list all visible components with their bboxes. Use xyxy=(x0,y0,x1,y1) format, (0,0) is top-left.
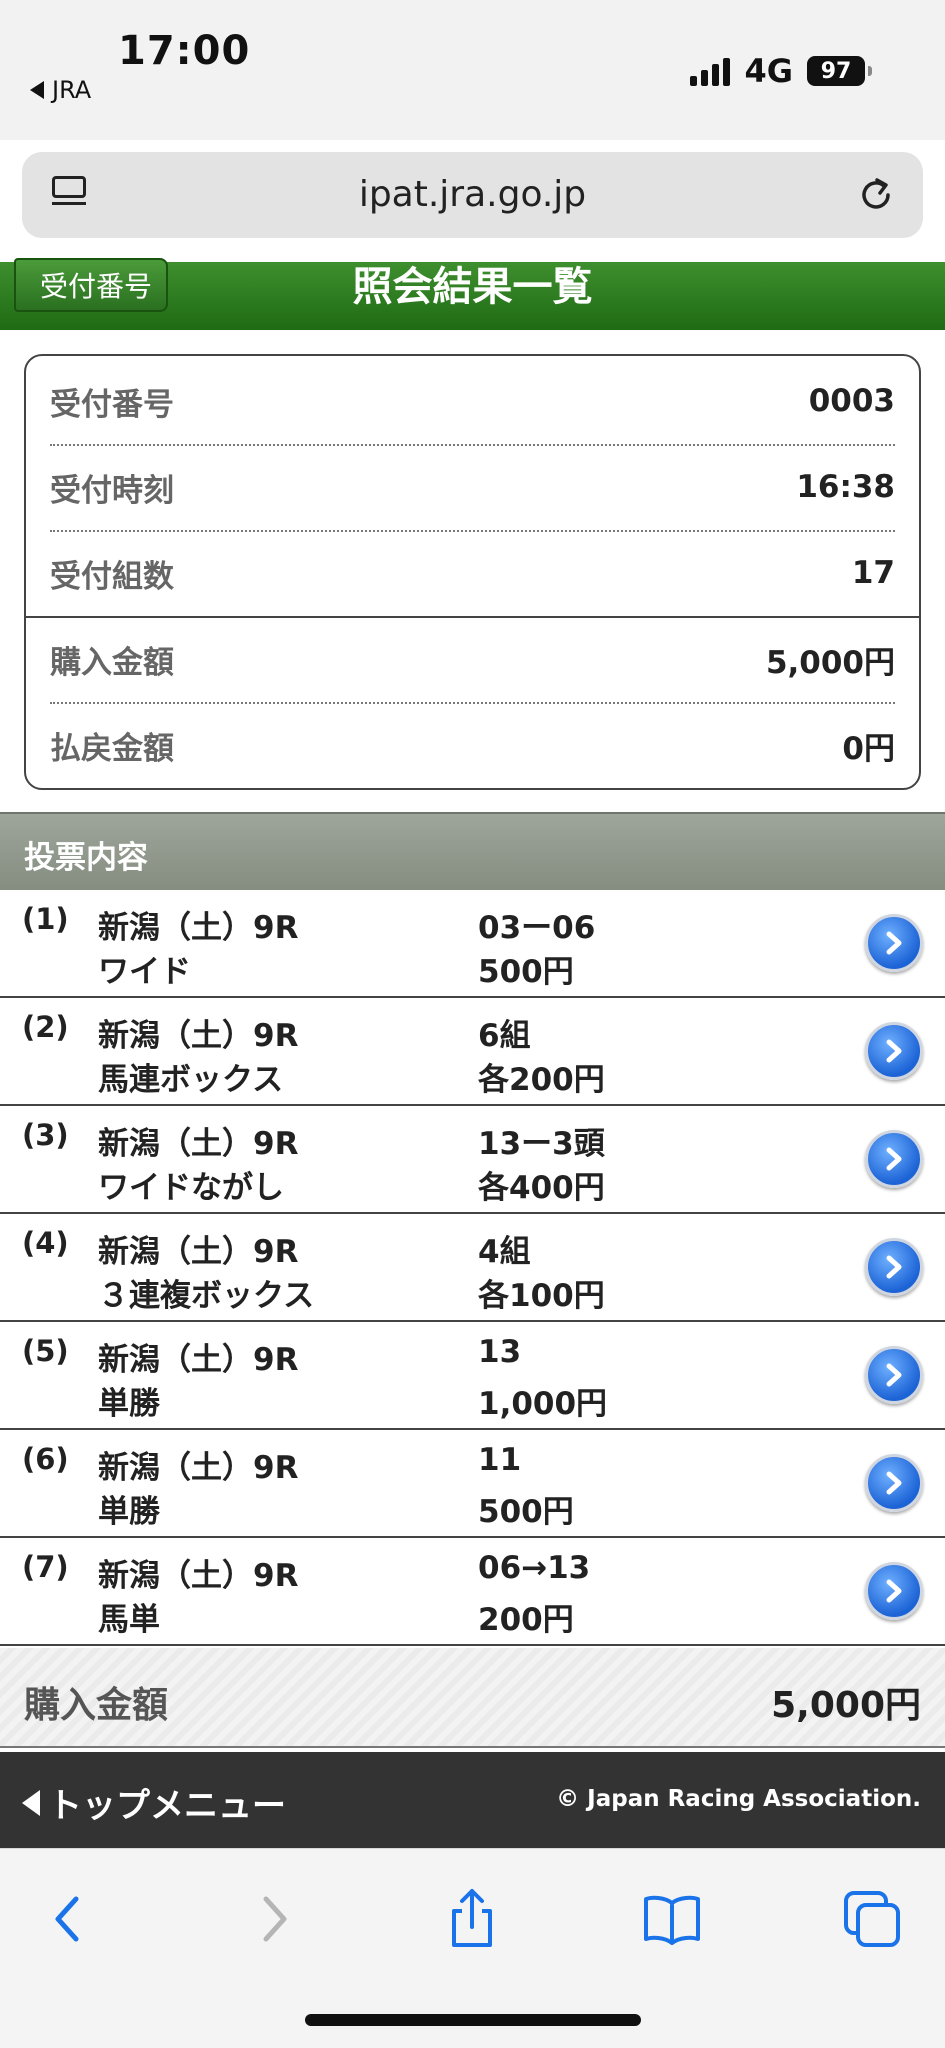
top-menu-link[interactable]: トップメニュー xyxy=(22,1778,286,1827)
url-bar[interactable]: ipat.jra.go.jp xyxy=(22,152,923,238)
list-item[interactable]: (7) 新潟（土）9R 馬単 06→13 200円 xyxy=(0,1538,945,1646)
summary-row-receipt-time: 受付時刻 16:38 xyxy=(50,469,895,509)
list-item[interactable]: (6) 新潟（土）9R 単勝 11 500円 xyxy=(0,1430,945,1538)
network-type: 4G xyxy=(744,52,793,90)
chevron-right-icon[interactable] xyxy=(865,1346,923,1404)
copyright: © Japan Racing Association. xyxy=(556,1786,921,1812)
tabs-icon[interactable] xyxy=(840,1887,904,1951)
list-item[interactable]: (5) 新潟（土）9R 単勝 13 1,000円 xyxy=(0,1322,945,1430)
total-label: 購入金額 xyxy=(24,1685,169,1726)
section-header: 投票内容 xyxy=(0,812,945,890)
home-indicator xyxy=(305,2014,641,2026)
share-icon[interactable] xyxy=(440,1887,504,1951)
back-app-label: JRA xyxy=(52,76,92,104)
back-to-app[interactable]: JRA xyxy=(30,76,91,104)
status-bar: 17:00 JRA 4G 97 xyxy=(0,0,945,140)
battery-icon: 97 xyxy=(807,56,872,86)
signal-icon xyxy=(690,56,731,86)
list-item[interactable]: (3) 新潟（土）9R ワイドながし 13ー3頭 各400円 xyxy=(0,1106,945,1214)
list-item[interactable]: (2) 新潟（土）9R 馬連ボックス 6組 各200円 xyxy=(0,998,945,1106)
total-row: 購入金額 5,000円 xyxy=(0,1648,945,1748)
chevron-right-icon[interactable] xyxy=(865,914,923,972)
summary-row-purchase-amount: 購入金額 5,000円 xyxy=(50,644,895,681)
left-triangle-icon xyxy=(22,1789,40,1816)
url-text[interactable]: ipat.jra.go.jp xyxy=(22,174,923,215)
chevron-right-icon[interactable] xyxy=(865,1562,923,1620)
status-indicators: 4G 97 xyxy=(690,52,872,90)
back-triangle-icon xyxy=(30,81,44,99)
summary-row-count: 受付組数 17 xyxy=(50,555,895,595)
back-button[interactable]: 受付番号 xyxy=(14,258,169,312)
chevron-right-icon[interactable] xyxy=(865,1022,923,1080)
summary-box: 受付番号 0003 受付時刻 16:38 受付組数 17 購入金額 5,000円… xyxy=(24,354,921,790)
summary-row-payout-amount: 払戻金額 0円 xyxy=(50,730,895,767)
bookmarks-icon[interactable] xyxy=(640,1887,704,1951)
status-time: 17:00 xyxy=(118,28,251,74)
reload-icon[interactable] xyxy=(855,174,897,216)
list-item[interactable]: (1) 新潟（土）9R ワイド 03ー06 500円 xyxy=(0,890,945,998)
back-icon[interactable] xyxy=(38,1887,102,1951)
forward-icon[interactable] xyxy=(240,1887,304,1951)
chevron-right-icon[interactable] xyxy=(865,1130,923,1188)
chevron-right-icon[interactable] xyxy=(865,1454,923,1512)
chevron-right-icon[interactable] xyxy=(865,1238,923,1296)
footer: トップメニュー © Japan Racing Association. xyxy=(0,1752,945,1848)
total-value: 5,000円 xyxy=(771,1685,921,1726)
summary-row-receipt-number: 受付番号 0003 xyxy=(50,383,895,423)
list-item[interactable]: (4) 新潟（土）9R ３連複ボックス 4組 各100円 xyxy=(0,1214,945,1322)
